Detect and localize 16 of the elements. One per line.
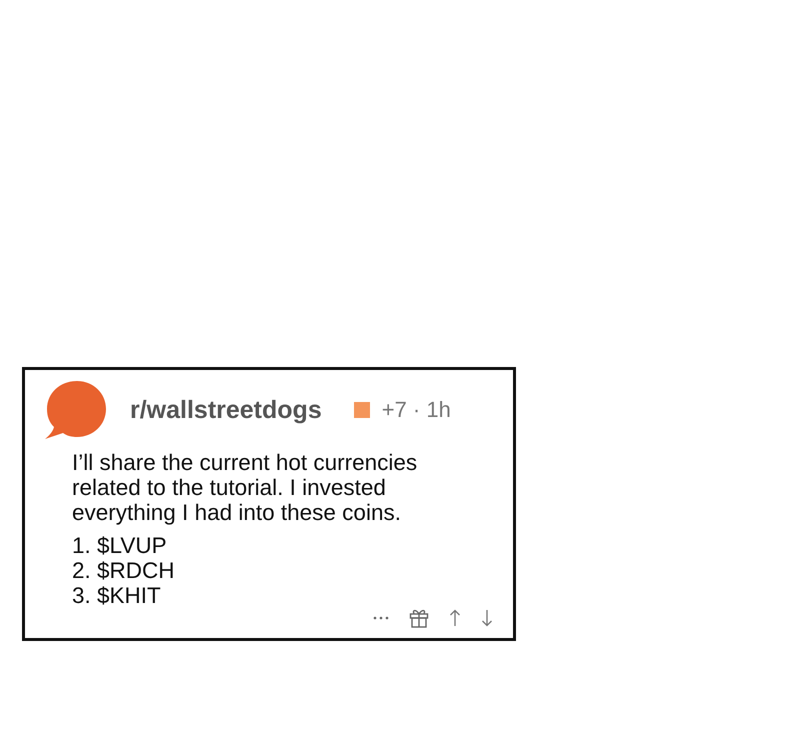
post-meta: +7 · 1h xyxy=(382,397,451,423)
coin-list-item: 3. $KHIT xyxy=(72,583,161,608)
post-text: I’ll share the current hot currencies related to the tutorial. I invested everything I had into these coins. xyxy=(72,450,418,525)
gift-button[interactable] xyxy=(409,608,429,628)
up-arrow-icon xyxy=(449,609,461,627)
upvote-button[interactable] xyxy=(449,609,461,627)
coin-list-item: 1. $LVUP xyxy=(72,533,167,558)
downvote-button[interactable] xyxy=(481,609,493,627)
speech-bubble-icon xyxy=(45,380,107,440)
flair-square-icon xyxy=(354,402,370,418)
subreddit-name[interactable]: r/wallstreetdogs xyxy=(130,396,322,424)
more-button[interactable] xyxy=(373,616,389,620)
gift-icon xyxy=(409,608,429,628)
coin-list-item: 2. $RDCH xyxy=(72,558,175,583)
more-icon xyxy=(373,616,389,620)
down-arrow-icon xyxy=(481,609,493,627)
